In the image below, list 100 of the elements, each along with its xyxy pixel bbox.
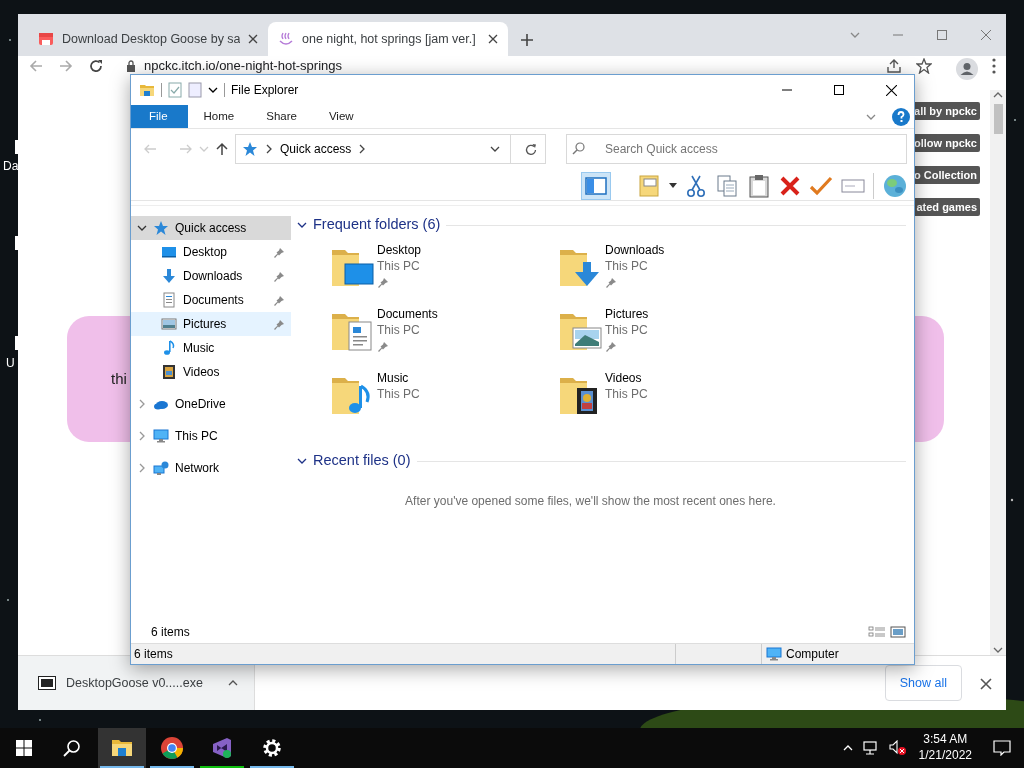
scrollbar[interactable] [990, 90, 1006, 655]
avatar-icon[interactable] [956, 58, 978, 80]
pin-icon[interactable] [605, 340, 617, 353]
music-note-icon [161, 340, 177, 356]
folder-location: This PC [377, 258, 421, 274]
speaker-muted-icon[interactable] [888, 740, 907, 756]
pin-icon[interactable] [377, 340, 389, 353]
close-icon[interactable] [248, 34, 258, 44]
nav-item[interactable]: Music [131, 336, 291, 360]
picture-icon [161, 316, 177, 332]
up-arrow-icon[interactable] [215, 142, 229, 156]
address-dropdown-icon[interactable] [490, 144, 500, 154]
hot-spring-icon [278, 31, 294, 47]
collapse-chevron-icon[interactable] [297, 220, 307, 230]
maximize-icon[interactable] [936, 29, 948, 41]
visual-studio-icon [210, 736, 234, 760]
network-icon[interactable] [862, 740, 879, 756]
browser-tab[interactable]: Download Desktop Goose by sa [28, 22, 268, 56]
share-icon[interactable] [886, 58, 902, 74]
pin-icon[interactable] [273, 270, 285, 283]
nav-item[interactable]: This PC [131, 424, 291, 448]
pin-icon[interactable] [377, 276, 389, 289]
tab-search-icon[interactable] [850, 30, 860, 40]
network-icon [153, 460, 169, 476]
address-bar[interactable]: Quick access [235, 134, 546, 164]
dropdown-icon[interactable] [669, 182, 677, 189]
caret-icon[interactable] [228, 678, 238, 688]
large-icons-view-icon[interactable] [890, 626, 906, 638]
preview-pane-button[interactable] [581, 171, 611, 200]
forward-arrow-icon[interactable] [58, 58, 74, 74]
show-all-button[interactable]: Show all [884, 664, 962, 702]
nav-item[interactable]: Documents [131, 288, 291, 312]
pin-icon[interactable] [273, 294, 285, 307]
search-field[interactable]: Search Quick access [566, 134, 907, 164]
nav-item[interactable]: Network [131, 456, 291, 480]
details-view-icon[interactable] [868, 626, 886, 638]
maximize-icon [834, 85, 844, 95]
chrome-icon [160, 736, 184, 760]
desktop-icon [161, 244, 177, 260]
collapse-chevron-icon[interactable] [297, 456, 307, 466]
properties-icon[interactable] [168, 82, 182, 98]
properties-icon[interactable] [637, 173, 661, 198]
folder-name[interactable]: Pictures [605, 306, 649, 322]
desktop-icon-label[interactable]: Da [3, 157, 19, 175]
breadcrumb-chevron-icon[interactable] [264, 144, 274, 154]
folder-name[interactable]: Downloads [605, 242, 665, 258]
search-icon [63, 739, 81, 757]
desktop-icon-label[interactable]: U [6, 354, 15, 372]
browser-tab[interactable]: one night, hot springs [jam ver.] [268, 22, 508, 56]
new-tab-icon[interactable] [520, 32, 534, 47]
pin-icon[interactable] [605, 276, 617, 289]
section-heading[interactable]: Recent files (0) [313, 450, 411, 472]
folder-location: This PC [377, 386, 420, 402]
nav-item[interactable]: Pictures [131, 312, 291, 336]
download-arrow-icon [161, 268, 177, 284]
nav-item[interactable]: Desktop [131, 240, 291, 264]
refresh-icon[interactable] [524, 142, 538, 157]
globe-icon[interactable] [882, 172, 908, 199]
customize-dropdown-icon[interactable] [208, 85, 218, 95]
archive-icon [38, 676, 56, 690]
star-outline-icon[interactable] [916, 58, 932, 74]
pin-icon[interactable] [273, 318, 285, 331]
cut-icon[interactable] [685, 173, 707, 198]
folder-name[interactable]: Documents [377, 306, 438, 322]
ribbon-tab[interactable]: View [312, 105, 370, 128]
store-icon [38, 31, 54, 47]
back-arrow-icon[interactable] [28, 58, 44, 74]
gear-icon [260, 736, 284, 760]
nav-item[interactable]: Downloads [131, 264, 291, 288]
show-hidden-icons-icon[interactable] [842, 743, 853, 753]
search-icon[interactable] [572, 141, 586, 155]
ribbon-tab[interactable]: File [131, 105, 188, 128]
section-heading[interactable]: Frequent folders (6) [313, 214, 441, 236]
help-icon[interactable] [892, 107, 910, 126]
ribbon-tab[interactable]: Home [187, 105, 251, 128]
folder-name[interactable]: Music [377, 370, 420, 386]
pane-icon [585, 176, 607, 195]
ribbon-tab[interactable]: Share [250, 105, 313, 128]
nav-item[interactable]: Quick access [131, 216, 291, 240]
nav-item[interactable]: OneDrive [131, 392, 291, 416]
reload-icon[interactable] [88, 58, 104, 74]
nav-item[interactable]: Videos [131, 360, 291, 384]
menu-icon[interactable] [992, 58, 996, 74]
folder-name[interactable]: Videos [605, 370, 648, 386]
taskbar-app[interactable] [98, 728, 146, 768]
clock[interactable]: 3:54 AM 1/21/2022 [910, 728, 980, 768]
folder-location: This PC [605, 386, 648, 402]
expand-chevron-icon[interactable] [137, 223, 147, 233]
folder-name[interactable]: Desktop [377, 242, 422, 258]
window-title: File Explorer [231, 82, 299, 99]
close-icon[interactable] [488, 34, 498, 44]
delete-icon[interactable] [779, 174, 801, 197]
close-icon[interactable] [980, 677, 992, 690]
pin-icon[interactable] [273, 246, 285, 259]
page-button[interactable]: ated games [913, 198, 980, 216]
checkmark-icon[interactable] [809, 174, 833, 197]
windows-icon [16, 740, 32, 756]
paste-icon[interactable] [747, 173, 771, 198]
scroll-thumb[interactable] [993, 104, 1003, 134]
address-text[interactable]: npckc.itch.io/one-night-hot-springs [144, 58, 342, 73]
